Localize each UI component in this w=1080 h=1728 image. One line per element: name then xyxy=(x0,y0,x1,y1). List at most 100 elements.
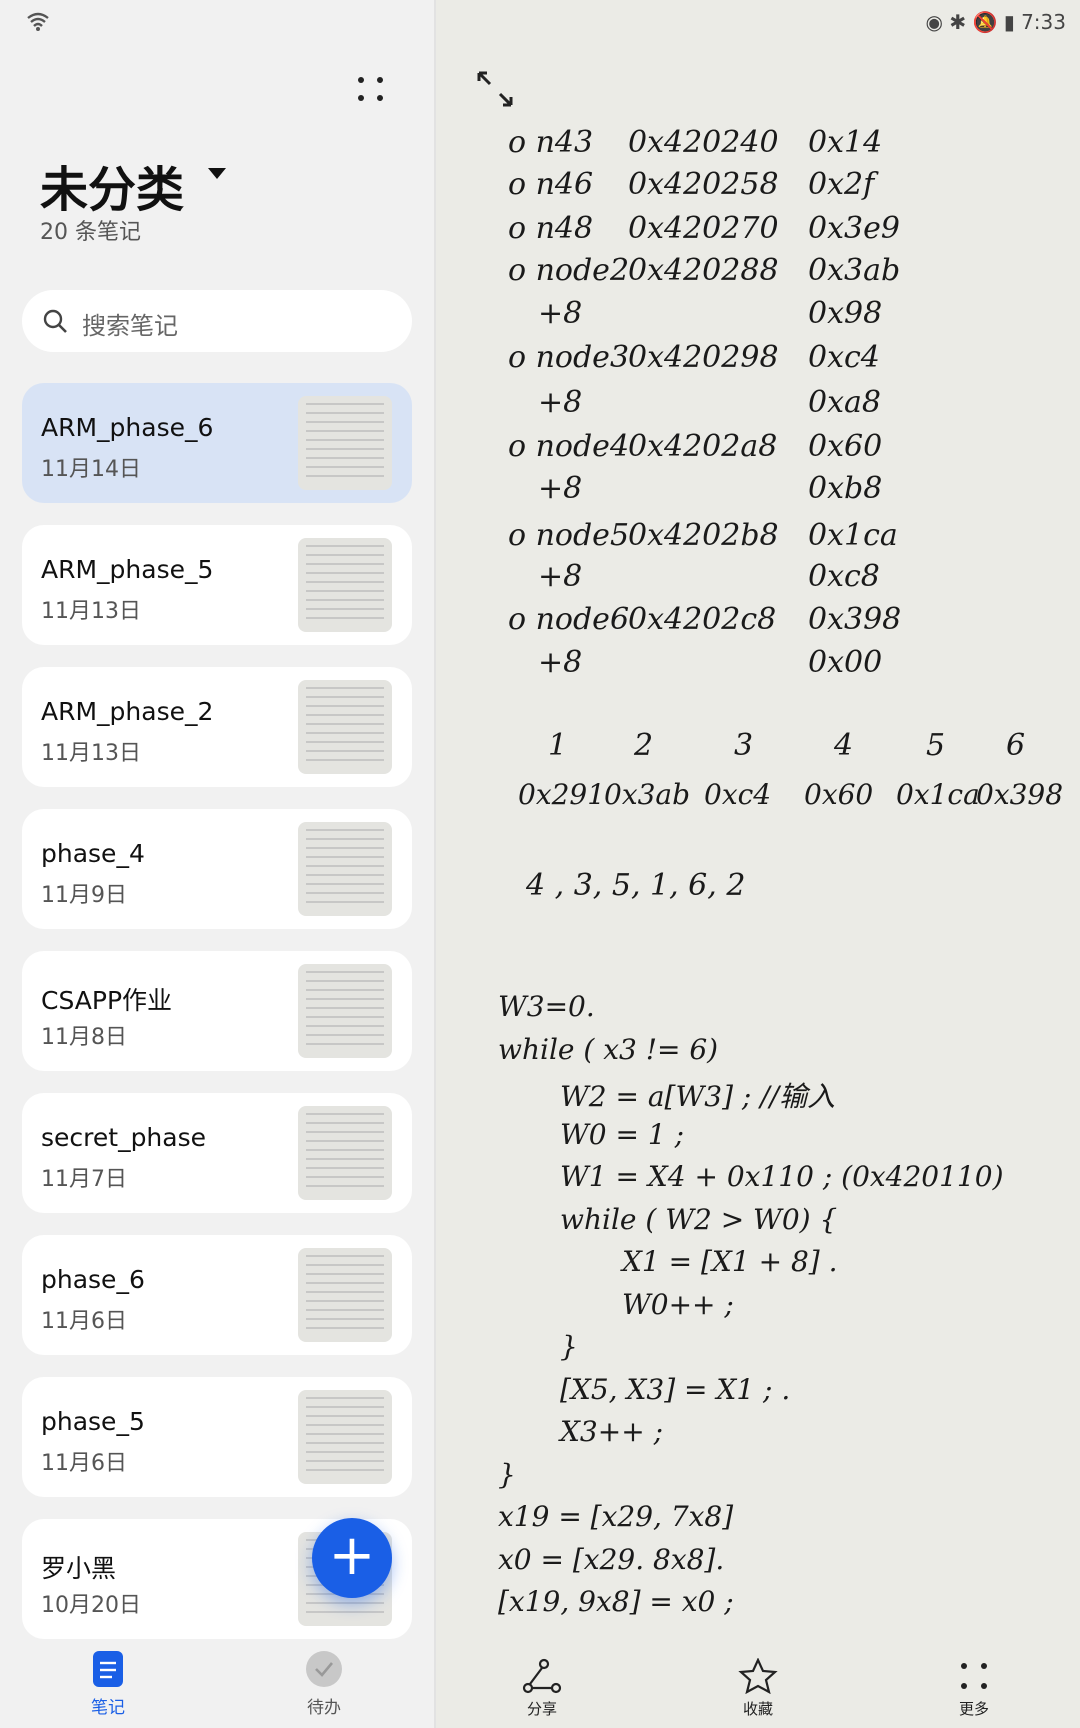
star-icon xyxy=(738,1657,778,1698)
handwritten-text: +8 xyxy=(538,385,583,420)
note-card[interactable]: CSAPP作业 11月8日 xyxy=(22,951,412,1071)
handwritten-text: 0x14 xyxy=(808,125,883,160)
handwritten-text: 0x420258 xyxy=(628,167,779,202)
note-card[interactable]: phase_5 11月6日 xyxy=(22,1377,412,1497)
bluetooth-icon: ✱ xyxy=(949,10,967,34)
handwritten-text: x0 = [x29. 8x8]. xyxy=(498,1542,725,1576)
handwritten-text: 0x4202c8 xyxy=(628,602,777,637)
todo-check-icon xyxy=(306,1651,342,1687)
handwritten-text: 0x3ab xyxy=(604,778,691,811)
more-icon xyxy=(954,1663,994,1698)
note-title: ARM_phase_2 xyxy=(41,697,214,726)
note-editor[interactable]: ◉ ✱ 🔕 ▮ 7:33 o n43 0x420240 0x14 o n46 0x420… xyxy=(436,0,1080,1728)
note-card[interactable]: ARM_phase_2 11月13日 xyxy=(22,667,412,787)
note-date: 11月7日 xyxy=(41,1167,127,1192)
note-thumbnail xyxy=(298,964,392,1058)
handwritten-text: X3++ ; xyxy=(560,1415,664,1448)
handwritten-text: X1 = [X1 + 8] . xyxy=(622,1245,838,1278)
handwritten-text: 0xc4 xyxy=(704,778,772,811)
mute-icon: 🔕 xyxy=(972,10,998,34)
note-title: ARM_phase_6 xyxy=(41,413,214,442)
more-options-icon[interactable] xyxy=(356,74,386,104)
note-title: 罗小黑 xyxy=(41,1554,117,1583)
note-date: 11月6日 xyxy=(41,1451,127,1476)
add-note-button[interactable]: + xyxy=(312,1518,392,1598)
note-card[interactable]: phase_4 11月9日 xyxy=(22,809,412,929)
note-thumbnail xyxy=(298,538,392,632)
note-date: 11月14日 xyxy=(41,457,141,482)
share-icon xyxy=(522,1658,562,1698)
handwritten-text: 0xb8 xyxy=(808,471,883,506)
note-date: 11月8日 xyxy=(41,1025,127,1050)
note-date: 11月13日 xyxy=(41,741,141,766)
handwritten-text: 0xa8 xyxy=(808,385,881,420)
handwritten-text: W3=0. xyxy=(498,990,595,1023)
notes-icon xyxy=(93,1651,123,1687)
note-card[interactable]: secret_phase 11月7日 xyxy=(22,1093,412,1213)
handwritten-text: o node5 xyxy=(508,518,630,553)
handwritten-text: 0x3ab xyxy=(808,253,901,288)
note-card[interactable]: ARM_phase_6 11月14日 xyxy=(22,383,412,503)
note-date: 11月6日 xyxy=(41,1309,127,1334)
handwritten-text: +8 xyxy=(538,559,583,594)
note-date: 11月9日 xyxy=(41,883,127,908)
handwritten-text: 0x1ca xyxy=(808,518,898,553)
note-title: CSAPP作业 xyxy=(41,986,173,1015)
handwritten-text: [X5, X3] = X1 ; . xyxy=(560,1372,791,1406)
folder-dropdown-icon[interactable] xyxy=(208,168,226,179)
handwritten-text: 0x00 xyxy=(808,645,883,680)
handwritten-text: 4 , 3, 5, 1, 6, 2 xyxy=(526,868,746,903)
handwritten-text: 0x420288 xyxy=(628,253,779,288)
note-thumbnail xyxy=(298,396,392,490)
handwritten-text: 0x420298 xyxy=(628,340,779,375)
search-icon xyxy=(43,309,67,333)
note-thumbnail xyxy=(298,1248,392,1342)
nav-notes[interactable]: 笔记 xyxy=(48,1650,168,1718)
more-button[interactable]: 更多 xyxy=(924,1658,1024,1719)
status-bar: ◉ ✱ 🔕 ▮ 7:33 xyxy=(926,10,1067,34)
handwritten-text: 4 xyxy=(834,728,854,763)
search-placeholder: 搜索笔记 xyxy=(82,312,178,340)
note-card[interactable]: ARM_phase_5 11月13日 xyxy=(22,525,412,645)
star-button[interactable]: 收藏 xyxy=(708,1657,808,1719)
folder-title[interactable]: 未分类 xyxy=(40,150,184,220)
handwritten-text: 0x420270 xyxy=(628,211,779,246)
handwritten-text: 0x4202a8 xyxy=(628,429,778,464)
handwritten-text: 0x291 xyxy=(518,778,606,811)
nav-todo[interactable]: 待办 xyxy=(264,1650,384,1718)
handwritten-text: W1 = X4 + 0x110 ; (0x420110) xyxy=(560,1160,1004,1193)
nav-label: 笔记 xyxy=(91,1698,125,1718)
handwritten-text: o node4 xyxy=(508,429,630,464)
handwritten-text: 0x4202b8 xyxy=(628,518,779,553)
handwritten-text: W2 = a[W3] ; //输入 xyxy=(560,1080,836,1113)
handwritten-text: 6 xyxy=(1006,728,1026,763)
share-button[interactable]: 分享 xyxy=(492,1658,592,1719)
handwritten-text: +8 xyxy=(538,296,583,331)
expand-icon[interactable] xyxy=(476,70,514,108)
handwritten-text: o n48 xyxy=(508,211,594,246)
note-title: phase_6 xyxy=(41,1265,145,1294)
handwritten-text: o n46 xyxy=(508,167,594,202)
handwritten-text: 0x398 xyxy=(976,778,1064,811)
note-date: 11月13日 xyxy=(41,599,141,624)
handwritten-text: 0xc4 xyxy=(808,340,880,375)
note-title: secret_phase xyxy=(41,1123,207,1152)
note-thumbnail xyxy=(298,1106,392,1200)
handwritten-text: 0x1ca xyxy=(896,778,980,811)
note-title: phase_5 xyxy=(41,1407,145,1436)
eye-icon: ◉ xyxy=(925,10,943,34)
handwritten-text: 3 xyxy=(734,728,754,763)
handwritten-text: o node6 xyxy=(508,602,630,637)
handwritten-text: x19 = [x29, 7x8] xyxy=(498,1500,734,1533)
note-title: phase_4 xyxy=(41,839,145,868)
handwritten-text: o n43 xyxy=(508,125,594,160)
toolbar-label: 收藏 xyxy=(742,1700,773,1718)
handwritten-text: } xyxy=(560,1330,578,1363)
nav-label: 待办 xyxy=(307,1698,341,1718)
note-count: 20 条笔记 xyxy=(40,220,141,245)
note-card[interactable]: phase_6 11月6日 xyxy=(22,1235,412,1355)
handwritten-text: 0x60 xyxy=(804,778,874,811)
search-input[interactable]: 搜索笔记 xyxy=(22,290,412,352)
note-thumbnail xyxy=(298,1390,392,1484)
toolbar-label: 分享 xyxy=(526,1700,557,1718)
